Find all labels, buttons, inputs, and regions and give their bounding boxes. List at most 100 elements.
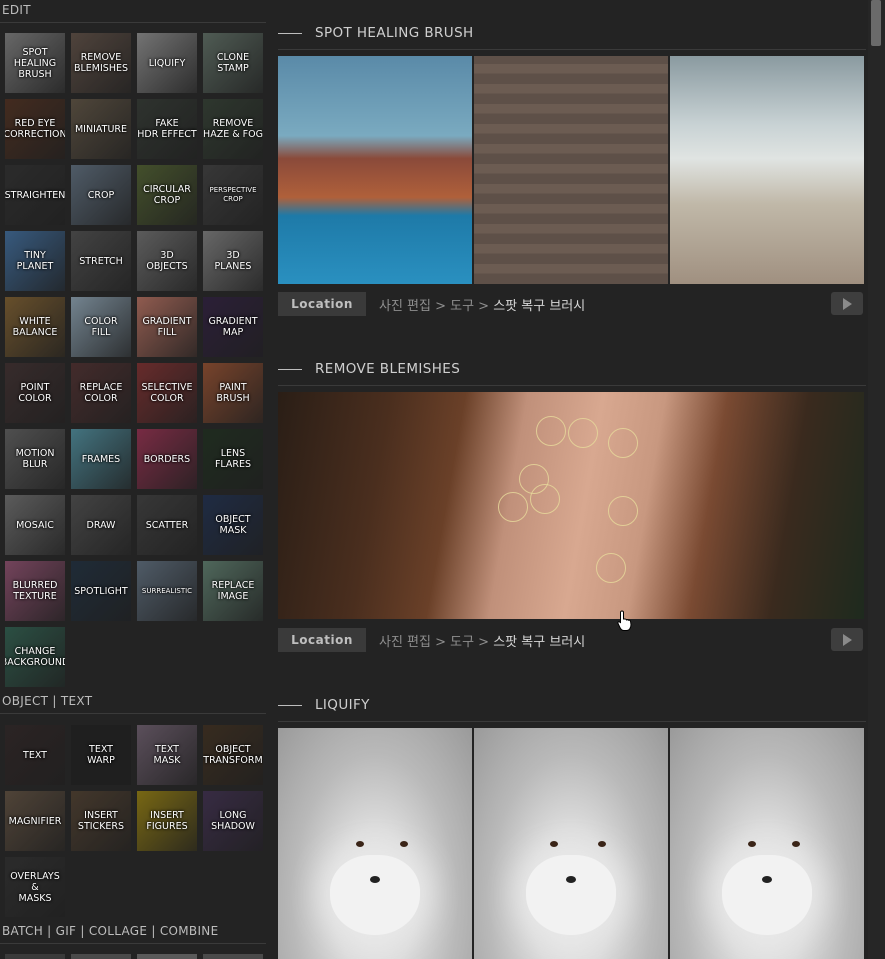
tool-tile-perspective-crop[interactable]: PERSPECTIVE CROP xyxy=(203,165,263,225)
fox-face xyxy=(330,855,420,936)
tool-tile-label: SURREALISTIC xyxy=(141,586,193,595)
tool-tile-lens-flares[interactable]: LENS FLARES xyxy=(203,429,263,489)
menu-path: 사진 편집 > 도구 > 스팟 복구 브러시 xyxy=(379,295,585,314)
tool-tile-magnifier[interactable]: MAGNIFIER xyxy=(5,791,65,851)
tool-tile-remove-blemishes[interactable]: REMOVE BLEMISHES xyxy=(71,33,131,93)
tool-tile-blurred-texture[interactable]: BLURRED TEXTURE xyxy=(5,561,65,621)
play-video-button[interactable] xyxy=(831,292,863,315)
divider xyxy=(0,22,266,23)
tool-tile-mosaic[interactable]: MOSAIC xyxy=(5,495,65,555)
gif-tile-partial[interactable] xyxy=(71,954,131,959)
tool-tile-object-transform[interactable]: OBJECT TRANSFORM xyxy=(203,725,263,785)
tool-tile-label: REPLACE COLOR xyxy=(79,382,123,404)
tool-tile-paint-brush[interactable]: PAINT BRUSH xyxy=(203,363,263,423)
tool-tile-fake-hdr-effect[interactable]: FAKE HDR EFFECT xyxy=(137,99,197,159)
tool-tile-label: CROP xyxy=(87,189,115,201)
tool-tile-label: MAGNIFIER xyxy=(8,815,62,827)
tool-tile-label: GRADIENT FILL xyxy=(142,316,192,338)
location-button[interactable]: Location xyxy=(278,628,366,652)
tool-tile-change-background[interactable]: CHANGEBACKGROUND xyxy=(5,627,65,687)
tool-tile-label: STRAIGHTEN xyxy=(5,189,65,201)
tool-tile-label: FRAMES xyxy=(81,453,121,465)
tool-tile-gradient-map[interactable]: GRADIENT MAP xyxy=(203,297,263,357)
batch-tile-partial[interactable] xyxy=(5,954,65,959)
tool-tile-borders[interactable]: BORDERS xyxy=(137,429,197,489)
tool-tile-crop[interactable]: CROP xyxy=(71,165,131,225)
scrollbar[interactable] xyxy=(868,0,885,959)
tool-tile-insert-figures[interactable]: INSERT FIGURES xyxy=(137,791,197,851)
collage-tile-partial[interactable] xyxy=(137,954,197,959)
tool-tile-insert-stickers[interactable]: INSERT STICKERS xyxy=(71,791,131,851)
tool-tile-motion-blur[interactable]: MOTION BLUR xyxy=(5,429,65,489)
tool-tile-object-mask[interactable]: OBJECT MASK xyxy=(203,495,263,555)
fox-nose xyxy=(762,876,772,883)
tool-tile-label: LIQUIFY xyxy=(148,57,186,69)
tool-tile-straighten[interactable]: STRAIGHTEN xyxy=(5,165,65,225)
tool-tile-text-warp[interactable]: TEXT WARP xyxy=(71,725,131,785)
tool-tile-stretch[interactable]: STRETCH xyxy=(71,231,131,291)
tool-tile-3d-planes[interactable]: 3D PLANES xyxy=(203,231,263,291)
fox-face xyxy=(722,855,812,936)
tool-tile-frames[interactable]: FRAMES xyxy=(71,429,131,489)
section-title: SPOT HEALING BRUSH xyxy=(315,25,474,41)
example-images xyxy=(278,728,864,959)
tool-tile-label: SELECTIVE COLOR xyxy=(141,382,193,404)
tools-sidebar: EDIT SPOT HEALING BRUSH REMOVE BLEMISHES LIQU… xyxy=(0,0,270,959)
tool-tile-remove-haze-fog[interactable]: REMOVE HAZE & FOG xyxy=(203,99,263,159)
play-icon xyxy=(843,297,852,310)
tool-tile-label: 3D PLANES xyxy=(214,250,252,272)
title-dash xyxy=(278,705,302,706)
fox-eye xyxy=(598,841,606,847)
divider xyxy=(0,713,266,714)
tool-tile-label: GRADIENT MAP xyxy=(208,316,258,338)
tool-tile-label: CHANGEBACKGROUND xyxy=(5,646,65,668)
tool-tile-clone-stamp[interactable]: CLONE STAMP xyxy=(203,33,263,93)
tool-tile-spot-healing-brush[interactable]: SPOT HEALING BRUSH xyxy=(5,33,65,93)
tool-tile-replace-image[interactable]: REPLACE IMAGE xyxy=(203,561,263,621)
tool-tile-label: WHITE BALANCE xyxy=(12,316,58,338)
location-bar: Location 사진 편집 > 도구 > 스팟 복구 브러시 xyxy=(278,628,866,652)
tool-tile-replace-color[interactable]: REPLACE COLOR xyxy=(71,363,131,423)
section-spot-healing: SPOT HEALING BRUSH xyxy=(278,17,866,51)
tool-tile-label: BLURRED TEXTURE xyxy=(12,580,58,602)
location-button[interactable]: Location xyxy=(278,292,366,316)
tool-tile-text-mask[interactable]: TEXT MASK xyxy=(137,725,197,785)
tool-tile-scatter[interactable]: SCATTER xyxy=(137,495,197,555)
tool-tile-long-shadow[interactable]: LONG SHADOW xyxy=(203,791,263,851)
menu-path: 사진 편집 > 도구 > 스팟 복구 브러시 xyxy=(379,631,585,650)
fox-eye xyxy=(550,841,558,847)
scrollbar-thumb[interactable] xyxy=(871,0,881,46)
tool-tile-tiny-planet[interactable]: TINY PLANET xyxy=(5,231,65,291)
tool-tile-text[interactable]: TEXT xyxy=(5,725,65,785)
tool-tile-color-fill[interactable]: COLOR FILL xyxy=(71,297,131,357)
tool-tile-label: INSERT FIGURES xyxy=(146,810,188,832)
tool-tile-selective-color[interactable]: SELECTIVE COLOR xyxy=(137,363,197,423)
face-photo xyxy=(278,392,864,619)
tool-tile-gradient-fill[interactable]: GRADIENT FILL xyxy=(137,297,197,357)
fox-eye xyxy=(400,841,408,847)
tool-tile-label: MINIATURE xyxy=(74,123,128,135)
tool-tile-white-balance[interactable]: WHITE BALANCE xyxy=(5,297,65,357)
tool-tile-spotlight[interactable]: SPOTLIGHT xyxy=(71,561,131,621)
tool-tile-overlays-masks[interactable]: OVERLAYS & MASKS xyxy=(5,857,65,917)
brick-wall-photo xyxy=(474,56,668,284)
tool-tile-circular-crop[interactable]: CIRCULAR CROP xyxy=(137,165,197,225)
tool-tile-3d-objects[interactable]: 3D OBJECTS xyxy=(137,231,197,291)
tool-tile-point-color[interactable]: POINT COLOR xyxy=(5,363,65,423)
tool-tile-surrealistic[interactable]: SURREALISTIC xyxy=(137,561,197,621)
tool-tile-label: REMOVE HAZE & FOG xyxy=(203,118,263,140)
tool-tile-miniature[interactable]: MINIATURE xyxy=(71,99,131,159)
tool-tile-label: POINT COLOR xyxy=(18,382,52,404)
tool-tile-draw[interactable]: DRAW xyxy=(71,495,131,555)
play-video-button[interactable] xyxy=(831,628,863,651)
tool-tile-label: STRETCH xyxy=(79,255,123,267)
tool-tile-label: PAINT BRUSH xyxy=(216,382,250,404)
tool-tile-label: SPOT HEALING BRUSH xyxy=(13,46,57,80)
combine-tile-partial[interactable] xyxy=(203,954,263,959)
tool-tile-label: LENS FLARES xyxy=(214,448,252,470)
tool-tile-label: MOTION BLUR xyxy=(15,448,55,470)
section-title: REMOVE BLEMISHES xyxy=(315,361,461,377)
tool-tile-red-eye-correction[interactable]: RED EYE CORRECTION xyxy=(5,99,65,159)
tool-tile-label: DRAW xyxy=(86,519,116,531)
tool-tile-liquify[interactable]: LIQUIFY xyxy=(137,33,197,93)
